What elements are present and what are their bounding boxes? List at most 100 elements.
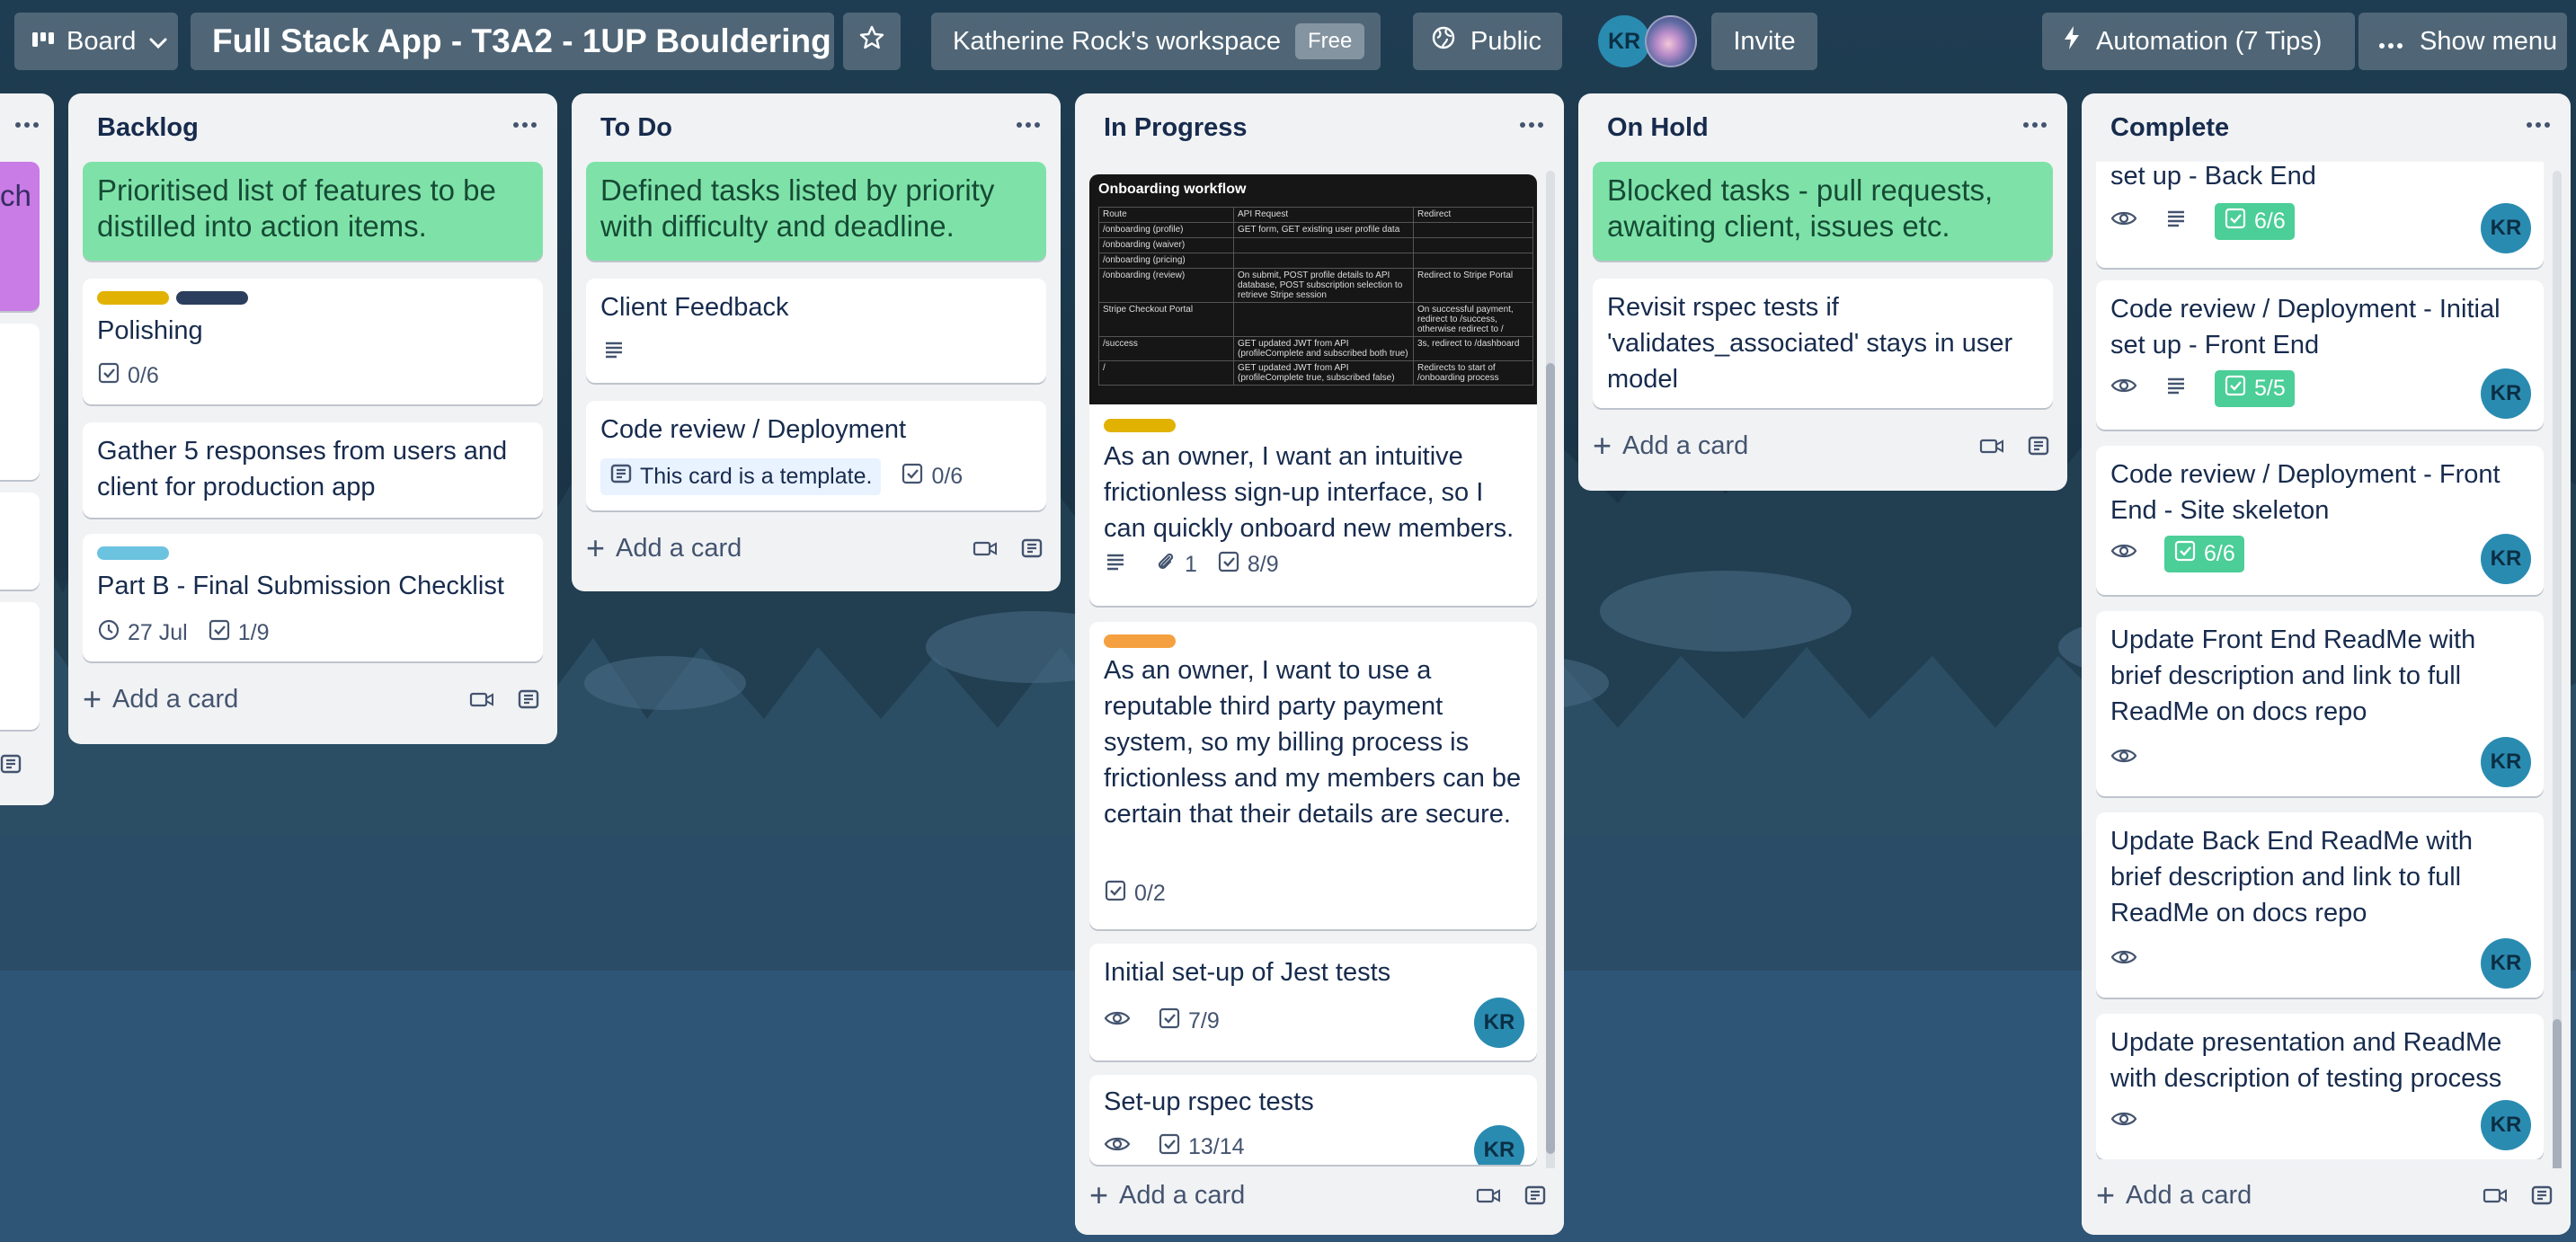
card[interactable]: set up - Back End 6/6 KR <box>2096 162 2544 268</box>
video-icon[interactable] <box>469 689 494 714</box>
card[interactable] <box>0 324 40 480</box>
add-card-button[interactable]: + Add a card <box>83 683 238 715</box>
board-title[interactable]: Full Stack App - T3A2 - 1UP Bouldering <box>191 13 834 70</box>
card-template-icon[interactable] <box>2026 433 2051 463</box>
cover-cell <box>1233 237 1414 253</box>
card[interactable]: Onboarding workflow Route API Request Re… <box>1089 174 1537 606</box>
list-menu-button[interactable] <box>14 117 40 133</box>
member-avatar[interactable]: KR <box>1598 15 1650 67</box>
card[interactable]: Initial set-up of Jest tests 7/9 KR <box>1089 944 1537 1060</box>
show-menu-button[interactable]: Show menu <box>2358 13 2567 70</box>
card-member-avatar[interactable]: KR <box>2481 203 2531 253</box>
card[interactable]: Code review / Deployment This card is a … <box>586 401 1046 510</box>
star-board-button[interactable] <box>843 13 901 70</box>
card[interactable]: Client Feedback <box>586 279 1046 383</box>
invite-button[interactable]: Invite <box>1711 13 1817 70</box>
plus-icon: + <box>1089 1176 1109 1213</box>
card-label-orange[interactable] <box>1104 634 1176 648</box>
description-icon <box>602 338 626 366</box>
card-member-avatar[interactable]: KR <box>1474 998 1524 1048</box>
list-title[interactable]: Backlog <box>97 113 199 143</box>
card-badges: This card is a template. 0/6 <box>600 457 982 495</box>
card-label-yellow[interactable] <box>97 291 169 305</box>
list-title[interactable]: In Progress <box>1104 113 1248 143</box>
workspace-button[interactable]: Katherine Rock's workspace Free <box>931 13 1381 70</box>
video-icon[interactable] <box>1979 436 2004 460</box>
add-card-button[interactable]: + Add a card <box>586 532 742 564</box>
add-card-button[interactable]: + Add a card <box>1089 1179 1245 1211</box>
card-template-icon[interactable] <box>1523 1183 1548 1212</box>
cover-cell: /onboarding (review) <box>1098 268 1234 303</box>
list-scrollbar-thumb[interactable] <box>2553 1019 2562 1177</box>
card[interactable]: Code review / Deployment - Initial set u… <box>2096 280 2544 430</box>
card-template-icon[interactable] <box>0 751 23 781</box>
card-label-navy[interactable] <box>176 291 248 305</box>
cover-table-row: /success GET updated JWT from API (profil… <box>1098 336 1533 361</box>
cover-table-header: Route API Request Redirect <box>1098 207 1533 223</box>
card-cover-image: Onboarding workflow Route API Request Re… <box>1089 174 1537 404</box>
add-card-button[interactable]: + Add a card <box>2096 1179 2252 1211</box>
card[interactable]: Revisit rspec tests if 'validates_associ… <box>1593 279 2053 408</box>
card-title: Code review / Deployment - Initial set u… <box>2110 295 2500 359</box>
description-badge <box>2164 207 2195 236</box>
visibility-button[interactable]: Public <box>1413 13 1562 70</box>
card[interactable]: Update presentation and ReadMe with desc… <box>2096 1014 2544 1159</box>
card[interactable]: Gather 5 responses from users and client… <box>83 422 543 518</box>
card-title: Defined tasks listed by priority with di… <box>600 173 995 243</box>
card-member-avatar[interactable]: KR <box>2481 938 2531 989</box>
card[interactable]: Blocked tasks - pull requests, awaiting … <box>1593 162 2053 261</box>
card-member-avatar[interactable]: KR <box>2481 1100 2531 1150</box>
video-icon[interactable] <box>2483 1185 2508 1210</box>
card[interactable]: Set-up rspec tests 13/14 KR <box>1089 1075 1537 1165</box>
add-card-actions <box>973 536 1044 565</box>
card[interactable]: Defined tasks listed by priority with di… <box>586 162 1046 261</box>
card[interactable]: Prioritised list of features to be disti… <box>83 162 543 261</box>
card[interactable] <box>0 602 40 730</box>
list-menu-button[interactable] <box>1016 117 1041 133</box>
card[interactable]: Update Front End ReadMe with brief descr… <box>2096 611 2544 796</box>
list-title[interactable]: To Do <box>600 113 672 143</box>
card-label-yellow[interactable] <box>1104 419 1176 432</box>
card-label-sky[interactable] <box>97 546 169 560</box>
card-template-icon[interactable] <box>1019 536 1044 565</box>
card-title: Update presentation and ReadMe with desc… <box>2110 1028 2502 1093</box>
card[interactable]: Code review / Deployment - Front End - S… <box>2096 446 2544 595</box>
card[interactable]: Update Back End ReadMe with brief descri… <box>2096 812 2544 998</box>
card[interactable]: As an owner, I want to use a reputable t… <box>1089 622 1537 929</box>
checklist-badge: 0/6 <box>97 361 159 391</box>
description-badge <box>1104 550 1134 580</box>
card-member-avatar[interactable]: KR <box>1474 1125 1524 1165</box>
video-icon[interactable] <box>973 538 998 563</box>
checklist-icon <box>901 462 931 492</box>
list-menu-button[interactable] <box>512 117 537 133</box>
list-title[interactable]: Complete <box>2110 113 2229 143</box>
list-menu-button[interactable] <box>1519 117 1544 133</box>
card-member-avatar[interactable]: KR <box>2481 534 2531 584</box>
list-title[interactable]: On Hold <box>1607 113 1709 143</box>
card-member-avatar[interactable]: KR <box>2481 368 2531 419</box>
card[interactable]: ch <box>0 162 40 311</box>
list-scrollbar-thumb[interactable] <box>1546 363 1555 1154</box>
list-menu-button[interactable] <box>2526 117 2551 133</box>
card[interactable]: Polishing 0/6 <box>83 279 543 404</box>
due-date-badge[interactable]: 27 Jul <box>97 618 188 648</box>
list-menu-button[interactable] <box>2022 117 2047 133</box>
card[interactable]: Part B - Final Submission Checklist 27 J… <box>83 534 543 661</box>
card-member-avatar[interactable]: KR <box>2481 737 2531 787</box>
member-avatar-photo[interactable] <box>1645 15 1697 67</box>
add-card-button[interactable]: + Add a card <box>1593 430 1748 462</box>
card-template-icon[interactable] <box>2529 1183 2554 1212</box>
checklist-count: 0/2 <box>1134 880 1166 906</box>
view-switcher-button[interactable]: Board <box>14 13 178 70</box>
list-cards-scroll[interactable]: set up - Back End 6/6 KR Code review / D… <box>2082 162 2571 1159</box>
add-card-label: Add a card <box>616 533 742 563</box>
card-template-icon[interactable] <box>516 687 541 716</box>
globe-icon <box>1431 25 1456 58</box>
card-title: Update Back End ReadMe with brief descri… <box>2110 827 2473 927</box>
video-icon[interactable] <box>1476 1185 1501 1210</box>
checklist-count: 7/9 <box>1188 1007 1220 1034</box>
attachment-count: 1 <box>1185 551 1197 577</box>
automation-button[interactable]: Automation (7 Tips) <box>2042 13 2355 70</box>
card[interactable] <box>0 492 40 590</box>
checklist-count: 6/6 <box>2254 208 2286 234</box>
